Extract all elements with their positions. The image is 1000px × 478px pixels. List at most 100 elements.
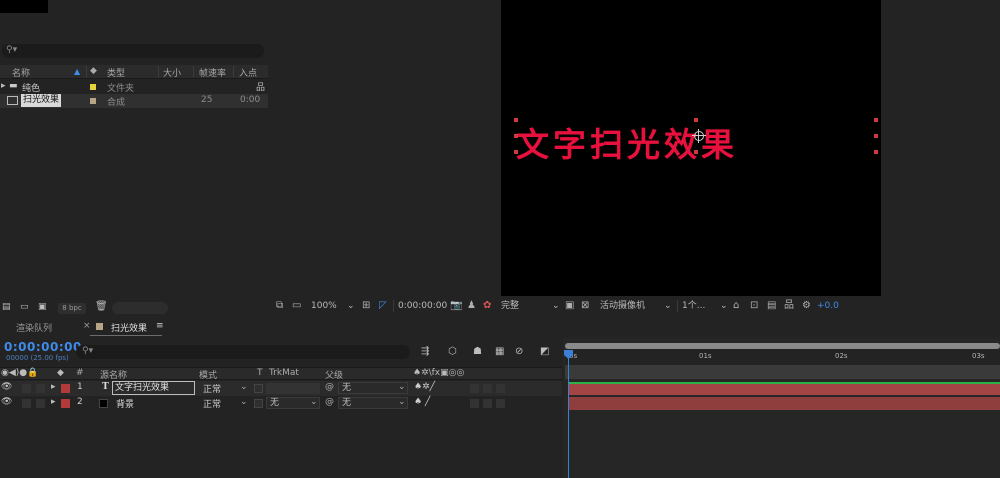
layer-row[interactable]: 👁 ▸ 2 背景 正常 ⌄ 无 ⌄ @ 无 ⌄ ♠ ╱ bbox=[0, 396, 562, 411]
chevron-down-icon: ⌄ bbox=[398, 397, 406, 407]
column-type[interactable]: 类型 bbox=[107, 66, 125, 79]
interpret-footage-icon[interactable]: ▤ bbox=[2, 302, 11, 312]
bbox-handle[interactable] bbox=[874, 134, 878, 138]
column-in-point[interactable]: 入点 bbox=[239, 66, 257, 79]
solo-toggle[interactable] bbox=[22, 399, 31, 408]
expand-arrow-icon[interactable]: ▸ bbox=[51, 397, 56, 407]
snapshot-icon[interactable]: 📷 bbox=[450, 300, 462, 312]
bbox-handle[interactable] bbox=[514, 150, 518, 154]
resolution-dropdown[interactable]: 完整 bbox=[501, 300, 519, 312]
timeline-icon[interactable]: ▤ bbox=[767, 300, 776, 312]
bpc-button[interactable]: 8 bpc bbox=[58, 303, 86, 314]
column-mode: 模式 bbox=[199, 371, 218, 381]
switches-header-icon: ♠✲\fx▣◎◎ bbox=[413, 368, 465, 378]
lock-toggle[interactable] bbox=[36, 384, 45, 393]
viewer-timecode[interactable]: 0:00:00:00 bbox=[398, 300, 447, 312]
tab-comp[interactable]: 扫光效果 bbox=[111, 321, 147, 334]
exposure-icon[interactable]: ⚙ bbox=[802, 300, 811, 312]
project-item-folder[interactable]: ▸ ▬ 纯色 文件夹 bbox=[0, 80, 268, 94]
column-fps[interactable]: 帧速率 bbox=[199, 66, 226, 79]
toggle-pixel-aspect-icon[interactable]: ⌂ bbox=[733, 300, 739, 312]
solo-toggle[interactable] bbox=[22, 384, 31, 393]
project-item-comp[interactable]: 扫光效果 合成 25 0:00 bbox=[0, 94, 268, 108]
pickwhip-icon[interactable]: @ bbox=[325, 397, 334, 407]
eye-icon[interactable]: 👁 bbox=[1, 397, 12, 407]
anchor-point-icon[interactable] bbox=[692, 129, 706, 143]
fast-previews-icon[interactable]: ⊡ bbox=[750, 300, 758, 312]
layer-mode-dropdown[interactable]: 正常 bbox=[203, 382, 221, 395]
layer-row[interactable]: 👁 ▸ 1 T 文字扫光效果 正常 ⌄ @ 无 ⌄ ♠✲╱ bbox=[0, 381, 562, 396]
switch-toggle[interactable] bbox=[483, 399, 492, 408]
color-channel-icon[interactable]: ✿ bbox=[483, 300, 491, 312]
flowchart-icon[interactable]: 品 bbox=[256, 80, 265, 93]
switch-toggle[interactable] bbox=[483, 384, 492, 393]
tab-render-queue[interactable]: 渲染队列 bbox=[16, 321, 52, 334]
layer-label-color[interactable] bbox=[61, 399, 70, 408]
chevron-down-icon: ⌄ bbox=[552, 301, 560, 311]
current-time-indicator[interactable] bbox=[568, 350, 569, 478]
switch-toggle[interactable] bbox=[496, 399, 505, 408]
column-name[interactable]: 名称 bbox=[12, 66, 30, 79]
views-dropdown[interactable]: 1个... bbox=[682, 300, 705, 312]
mask-visibility-icon[interactable]: ◸ bbox=[379, 300, 387, 312]
expand-arrow-icon[interactable]: ▸ bbox=[1, 81, 6, 91]
always-preview-icon[interactable]: ⧉ bbox=[276, 300, 283, 312]
project-scrollbar[interactable] bbox=[112, 302, 168, 314]
show-snapshot-icon[interactable]: ♟ bbox=[467, 300, 476, 312]
switch-toggle[interactable] bbox=[496, 384, 505, 393]
frame-blending-icon[interactable]: ▦ bbox=[495, 346, 504, 357]
camera-dropdown[interactable]: 活动摄像机 bbox=[600, 300, 645, 312]
preserve-transparency-toggle[interactable] bbox=[254, 384, 263, 393]
transparency-grid-icon[interactable]: ⊠ bbox=[581, 300, 589, 312]
monitor-icon[interactable]: ▭ bbox=[292, 300, 301, 312]
layer-duration-bar[interactable] bbox=[569, 397, 1000, 410]
bbox-handle[interactable] bbox=[874, 150, 878, 154]
zoom-dropdown[interactable]: 100% bbox=[311, 300, 337, 312]
new-folder-icon[interactable]: ▭ bbox=[20, 302, 29, 312]
timeline-empty-area bbox=[565, 411, 1000, 478]
layer-label-color[interactable] bbox=[61, 384, 70, 393]
timeline-navigator[interactable] bbox=[565, 365, 1000, 379]
switches-icon[interactable]: ♠ ╱ bbox=[414, 397, 430, 407]
bbox-handle[interactable] bbox=[694, 118, 698, 122]
switch-toggle[interactable] bbox=[470, 384, 479, 393]
column-source-name[interactable]: 源名称 bbox=[100, 368, 127, 381]
label-color-swatch bbox=[90, 98, 96, 104]
pickwhip-icon[interactable]: @ bbox=[325, 382, 334, 392]
lock-toggle[interactable] bbox=[36, 399, 45, 408]
layer-mode-dropdown[interactable]: 正常 bbox=[203, 397, 221, 410]
timeline-search-input[interactable]: ⚲▾ bbox=[76, 345, 410, 359]
motion-blur-icon[interactable]: ⊘ bbox=[515, 346, 523, 357]
layer-name[interactable]: 文字扫光效果 bbox=[112, 381, 195, 395]
bbox-handle[interactable] bbox=[694, 150, 698, 154]
expand-arrow-icon[interactable]: ▸ bbox=[51, 382, 56, 392]
flowchart-icon[interactable]: 品 bbox=[784, 300, 794, 312]
bbox-handle[interactable] bbox=[874, 118, 878, 122]
eye-icon[interactable]: 👁 bbox=[1, 382, 12, 392]
layer-name[interactable]: 背景 bbox=[116, 397, 134, 410]
ruler-tick-label: 03s bbox=[972, 352, 985, 360]
shy-layers-icon[interactable]: ☗ bbox=[473, 346, 482, 357]
layer-duration-bar[interactable] bbox=[569, 382, 1000, 395]
graph-editor-icon[interactable]: ◩ bbox=[540, 346, 549, 357]
new-composition-icon[interactable]: ▣ bbox=[38, 302, 47, 312]
column-size[interactable]: 大小 bbox=[163, 66, 181, 79]
trash-icon[interactable]: 🗑 bbox=[95, 301, 108, 312]
switches-icon[interactable]: ♠✲╱ bbox=[414, 382, 435, 392]
close-icon[interactable]: × bbox=[83, 321, 91, 331]
comp-mini-flowchart-icon[interactable]: ⇶ bbox=[421, 346, 429, 357]
project-search-input[interactable]: ⚲▾ bbox=[2, 44, 264, 58]
time-ruler[interactable]: 0s 01s 02s 03s bbox=[565, 349, 1000, 365]
region-of-interest-icon[interactable]: ▣ bbox=[565, 300, 574, 312]
preserve-transparency-toggle[interactable] bbox=[254, 399, 263, 408]
timeline-timecode[interactable]: 0:00:00:00 bbox=[4, 340, 82, 354]
switch-toggle[interactable] bbox=[470, 399, 479, 408]
fit-icon[interactable]: ⊞ bbox=[362, 300, 370, 312]
comp-text-layer[interactable]: 文字扫光效果 bbox=[516, 118, 878, 166]
draft-3d-icon[interactable]: ⬡ bbox=[448, 346, 457, 357]
tab-menu-icon[interactable]: ≡ bbox=[156, 321, 164, 331]
chevron-down-icon: ⌄ bbox=[240, 382, 248, 392]
exposure-value[interactable]: +0.0 bbox=[817, 300, 839, 312]
bbox-handle[interactable] bbox=[514, 134, 518, 138]
bbox-handle[interactable] bbox=[514, 118, 518, 122]
